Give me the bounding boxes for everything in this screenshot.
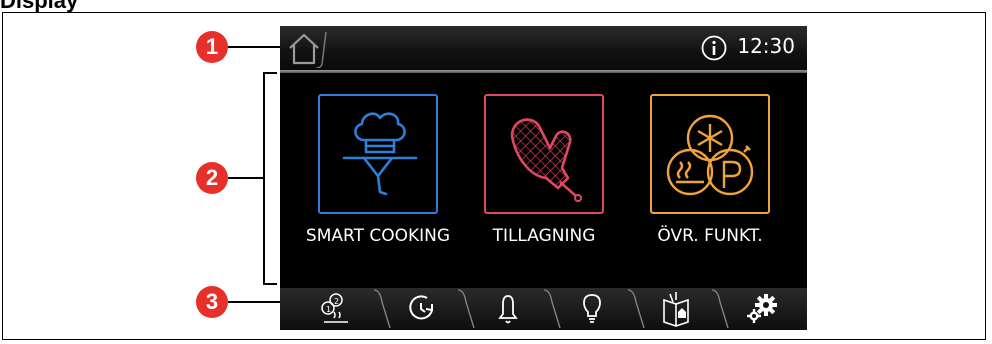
callout-2: 2: [196, 162, 228, 194]
tab-separator: [373, 289, 391, 329]
lightbulb-icon: [583, 294, 601, 323]
oven-mitt-icon: [510, 118, 582, 202]
svg-text:1: 1: [326, 305, 331, 314]
timer-icon: [409, 295, 433, 320]
home-icon: [289, 31, 327, 69]
tab-separator: [457, 289, 475, 329]
bracket-top: [263, 72, 277, 74]
callout-3: 3: [196, 286, 228, 318]
tab-separator: [543, 289, 561, 329]
svg-text:2: 2: [334, 297, 339, 306]
oven-display: 12:30 SMART COOKING TILLAGNING ÖVR. FUNK…: [280, 26, 807, 330]
other-functions-icon: [666, 114, 754, 196]
cookbook-icon: [663, 292, 689, 327]
bracket-bottom: [263, 283, 277, 285]
tillagning-tile[interactable]: [484, 94, 604, 214]
status-bar-divider: [280, 70, 807, 73]
bell-icon: [498, 295, 518, 324]
tab-separator: [627, 289, 645, 329]
callout-1: 1: [196, 31, 228, 63]
chef-hat-tray-icon: [342, 112, 418, 196]
smart-cooking-tile[interactable]: [318, 94, 438, 214]
other-functions-tile[interactable]: [650, 94, 770, 214]
callout-3-leader: [228, 301, 280, 303]
settings-gears-icon: [747, 294, 777, 323]
callout-1-leader: [228, 46, 280, 48]
tab-timer[interactable]: [392, 288, 452, 330]
smart-cooking-label: SMART COOKING: [305, 226, 451, 246]
clock-time: 12:30: [737, 34, 795, 58]
tab-alarm[interactable]: [478, 288, 538, 330]
status-bar: 12:30: [280, 26, 807, 70]
info-button[interactable]: [701, 35, 727, 61]
other-functions-label: ÖVR. FUNKT.: [657, 226, 763, 246]
recipe-steps-icon: 1 2: [321, 293, 348, 323]
tab-settings[interactable]: [732, 288, 792, 330]
tillagning-label: TILLAGNING: [492, 226, 596, 246]
tab-separator: [711, 289, 729, 329]
callout-2-leader: [228, 177, 264, 179]
home-button[interactable]: [286, 30, 338, 69]
tab-recipe-steps[interactable]: 1 2: [306, 288, 366, 330]
bottom-tab-bar: 1 2: [280, 288, 807, 330]
tab-lamp[interactable]: [562, 288, 622, 330]
bracket-vertical: [263, 72, 265, 284]
tab-cookbook[interactable]: [646, 288, 706, 330]
info-icon: [701, 35, 727, 61]
